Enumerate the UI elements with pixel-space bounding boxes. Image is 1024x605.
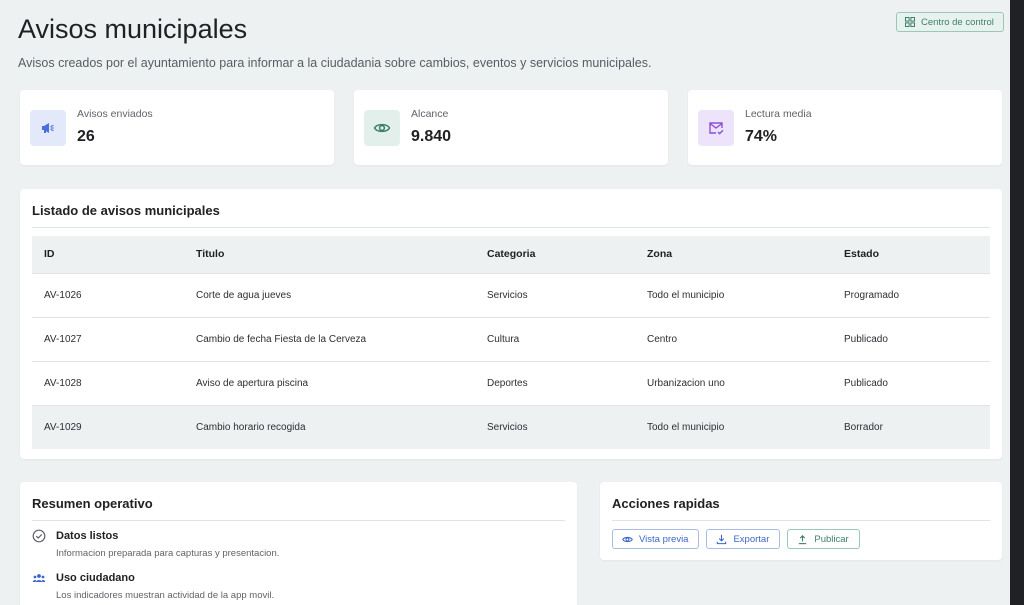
stat-label: Lectura media [745,108,812,120]
cell-id: AV-1029 [44,421,82,433]
stat-label: Alcance [411,108,449,120]
actions-title: Acciones rapidas [612,496,720,511]
summary-title: Resumen operativo [32,496,153,511]
column-header[interactable]: Zona [635,236,832,273]
cell-category: Servicios [487,289,528,301]
publish-label: Publicar [814,533,849,545]
users-icon [32,574,46,582]
download-icon [717,534,727,544]
cell-title: Corte de agua jueves [196,289,292,301]
column-header[interactable]: ID [32,236,184,273]
table-row[interactable]: AV-1028 Aviso de apertura piscina Deport… [32,361,990,405]
cell-id: AV-1026 [44,289,82,301]
upload-icon [799,534,807,544]
summary-card: Resumen operativo Datos listos Informaci… [20,482,577,605]
cell-id: AV-1027 [44,333,82,345]
table-header-row: ID Titulo Categoria Zona Estado [32,236,990,273]
export-label: Exportar [733,533,770,545]
quick-actions-card: Acciones rapidas Vista previa Exportar P… [600,482,1002,560]
notices-list-card: Listado de avisos municipales ID Titulo … [20,189,1002,459]
table-row[interactable]: AV-1026 Corte de agua jueves Servicios T… [32,273,990,317]
cell-zone: Todo el municipio [647,289,725,301]
divider [32,520,565,521]
publish-button[interactable]: Publicar [787,529,860,549]
megaphone-icon [30,110,66,146]
stat-value: 26 [77,128,95,145]
check-circle-icon [32,529,46,543]
stat-value: 9.840 [411,128,452,145]
export-button[interactable]: Exportar [706,529,781,549]
cell-category: Cultura [487,333,520,345]
cell-status: Programado [844,289,900,301]
stat-value: 74% [745,128,778,145]
column-header[interactable]: Estado [832,236,990,273]
summary-item-title: Uso ciudadano [56,572,135,584]
column-header[interactable]: Categoria [475,236,635,273]
summary-item-title: Datos listos [56,530,119,542]
cell-status: Publicado [844,377,888,389]
cell-status: Borrador [844,421,883,433]
cell-title: Cambio de fecha Fiesta de la Cerveza [196,333,367,345]
page-title: Avisos municipales [18,14,248,44]
notices-table: ID Titulo Categoria Zona Estado AV-1026 … [32,236,990,449]
table-row[interactable]: AV-1027 Cambio de fecha Fiesta de la Cer… [32,317,990,361]
divider [32,227,990,228]
page-subtitle: Avisos creados por el ayuntamiento para … [18,56,652,70]
cell-zone: Centro [647,333,678,345]
preview-label: Vista previa [639,533,689,545]
cell-zone: Urbanizacion uno [647,377,725,389]
control-center-label: Centro de control [921,16,994,28]
cell-title: Cambio horario recogida [196,421,306,433]
list-title: Listado de avisos municipales [32,203,220,218]
control-center-button[interactable]: Centro de control [896,12,1004,32]
cell-status: Publicado [844,333,888,345]
stat-label: Avisos enviados [77,108,153,120]
window-edge [1010,0,1024,605]
column-header[interactable]: Titulo [184,236,475,273]
divider [612,520,990,521]
stat-card-sent: Avisos enviados 26 [20,90,334,165]
eye-icon [364,110,400,146]
stat-card-reading: Lectura media 74% [688,90,1002,165]
stat-card-reach: Alcance 9.840 [354,90,668,165]
summary-item-desc: Los indicadores muestran actividad de la… [56,590,275,601]
cell-title: Aviso de apertura piscina [196,377,309,389]
summary-item-desc: Informacion preparada para capturas y pr… [56,548,280,559]
eye-icon [622,536,633,542]
grid-icon [905,17,915,27]
table-row[interactable]: AV-1029 Cambio horario recogida Servicio… [32,405,990,449]
cell-category: Servicios [487,421,528,433]
cell-id: AV-1028 [44,377,82,389]
mail-check-icon [698,110,734,146]
cell-zone: Todo el municipio [647,421,725,433]
cell-category: Deportes [487,377,528,389]
preview-button[interactable]: Vista previa [612,529,700,549]
